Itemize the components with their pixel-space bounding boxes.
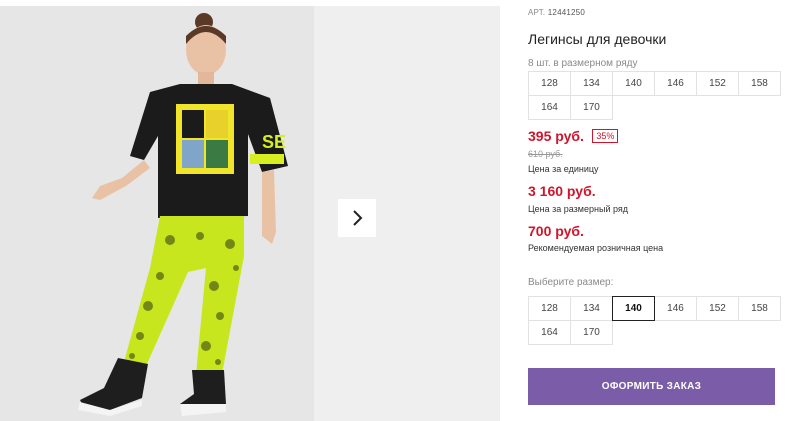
article-label: АРТ. bbox=[528, 8, 546, 17]
unit-price-label: Цена за единицу bbox=[528, 164, 599, 174]
row-size-cell: 134 bbox=[570, 71, 613, 96]
row-size-cell: 140 bbox=[612, 71, 655, 96]
size-option-selected[interactable]: 140 bbox=[612, 296, 655, 321]
size-option[interactable]: 152 bbox=[696, 296, 739, 321]
size-option[interactable]: 134 bbox=[570, 296, 613, 321]
size-option[interactable]: 158 bbox=[738, 296, 781, 321]
size-option[interactable]: 146 bbox=[654, 296, 697, 321]
row-size-cell: 128 bbox=[528, 71, 571, 96]
row-size-cell: 164 bbox=[528, 95, 571, 120]
gallery-next-button[interactable] bbox=[338, 199, 376, 237]
row-size-cell: 146 bbox=[654, 71, 697, 96]
row-sizes-grid: 128 134 140 146 152 158 164 170 bbox=[528, 71, 781, 120]
retail-price: 700 руб. bbox=[528, 223, 584, 239]
row-size-cell: 158 bbox=[738, 71, 781, 96]
article-number: 12441250 bbox=[547, 8, 585, 17]
model-illustration: SE bbox=[0, 6, 314, 421]
size-select-label: Выберите размер: bbox=[528, 277, 614, 288]
product-photo[interactable]: SE bbox=[0, 6, 314, 421]
size-select-grid: 128 134 140 146 152 158 164 170 bbox=[528, 296, 781, 345]
old-price: 610 руб. bbox=[528, 149, 563, 159]
row-price: 3 160 руб. bbox=[528, 183, 596, 199]
discount-badge: 35% bbox=[592, 129, 619, 143]
retail-price-label: Рекомендуемая розничная цена bbox=[528, 243, 664, 253]
unit-price: 395 руб. bbox=[528, 128, 584, 144]
row-size-cell: 170 bbox=[570, 95, 613, 120]
unit-price-block: 395 руб. 35% bbox=[528, 128, 619, 146]
article-code: АРТ. 12441250 bbox=[528, 8, 585, 17]
size-option[interactable]: 170 bbox=[570, 320, 613, 345]
size-option[interactable]: 128 bbox=[528, 296, 571, 321]
row-sizes-label: 8 шт. в размерном ряду bbox=[528, 58, 638, 69]
chevron-right-icon bbox=[353, 210, 363, 226]
product-page: SE АРТ. 12441250 Легинсы для девочки 8 ш… bbox=[0, 0, 800, 421]
order-button[interactable]: ОФОРМИТЬ ЗАКАЗ bbox=[528, 368, 775, 405]
row-size-cell: 152 bbox=[696, 71, 739, 96]
size-option[interactable]: 164 bbox=[528, 320, 571, 345]
svg-text:SE: SE bbox=[262, 132, 286, 152]
row-price-label: Цена за размерный ряд bbox=[528, 204, 629, 214]
product-gallery: SE bbox=[0, 6, 500, 421]
product-title: Легинсы для девочки bbox=[528, 31, 667, 47]
